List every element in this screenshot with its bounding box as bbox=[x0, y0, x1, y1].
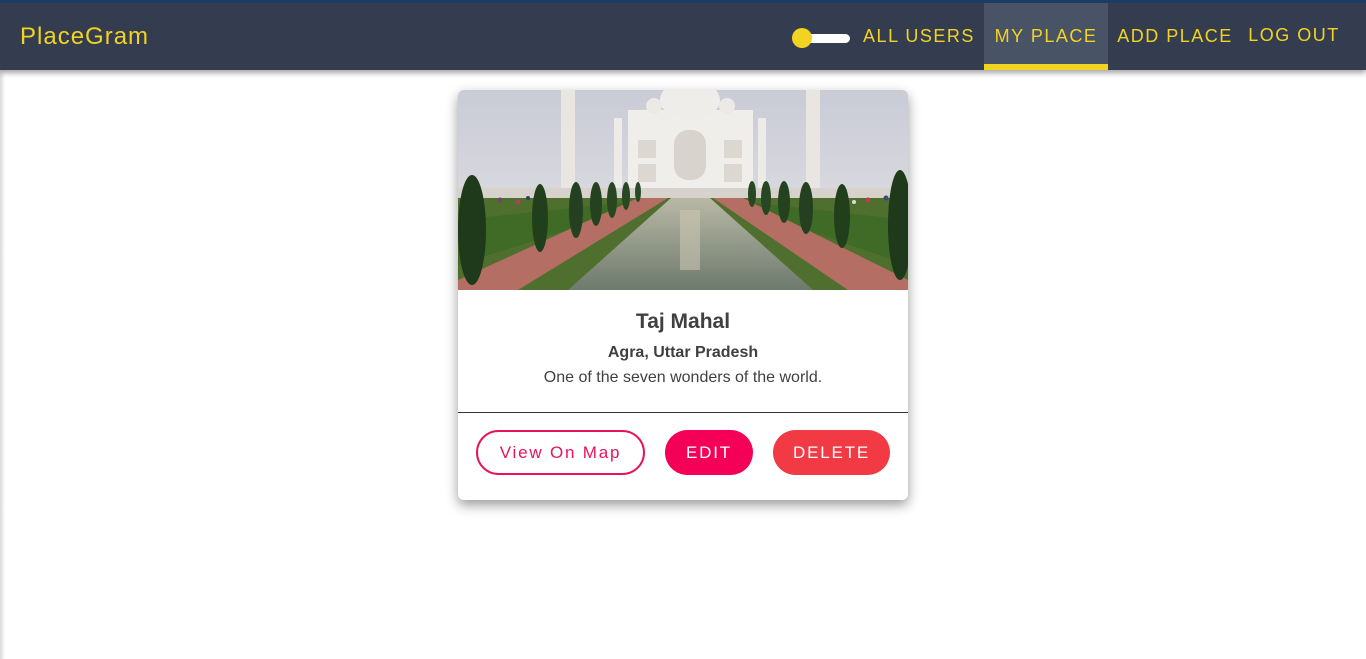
page-left-edge bbox=[0, 70, 5, 659]
nav-all-users[interactable]: ALL USERS bbox=[856, 3, 982, 70]
nav-my-place[interactable]: MY PLACE bbox=[984, 3, 1108, 70]
theme-toggle-switch[interactable] bbox=[792, 27, 850, 49]
place-image bbox=[458, 90, 908, 290]
nav-add-place[interactable]: ADD PLACE bbox=[1112, 3, 1238, 70]
place-description: One of the seven wonders of the world. bbox=[543, 369, 823, 386]
card-divider bbox=[458, 412, 908, 413]
place-card: Taj Mahal Agra, Uttar Pradesh One of the… bbox=[458, 90, 908, 500]
top-navbar: PlaceGram ALL USERS MY PLACE ADD PLACE L… bbox=[0, 0, 1366, 70]
nav-log-out[interactable]: LOG OUT bbox=[1240, 3, 1348, 70]
view-on-map-button[interactable]: View On Map bbox=[476, 430, 645, 475]
brand-logo[interactable]: PlaceGram bbox=[20, 23, 149, 51]
delete-button[interactable]: DELETE bbox=[773, 430, 890, 475]
place-title: Taj Mahal bbox=[635, 310, 731, 333]
place-address: Agra, Uttar Pradesh bbox=[607, 344, 759, 361]
toggle-knob bbox=[792, 28, 812, 48]
edit-button[interactable]: EDIT bbox=[665, 430, 753, 475]
